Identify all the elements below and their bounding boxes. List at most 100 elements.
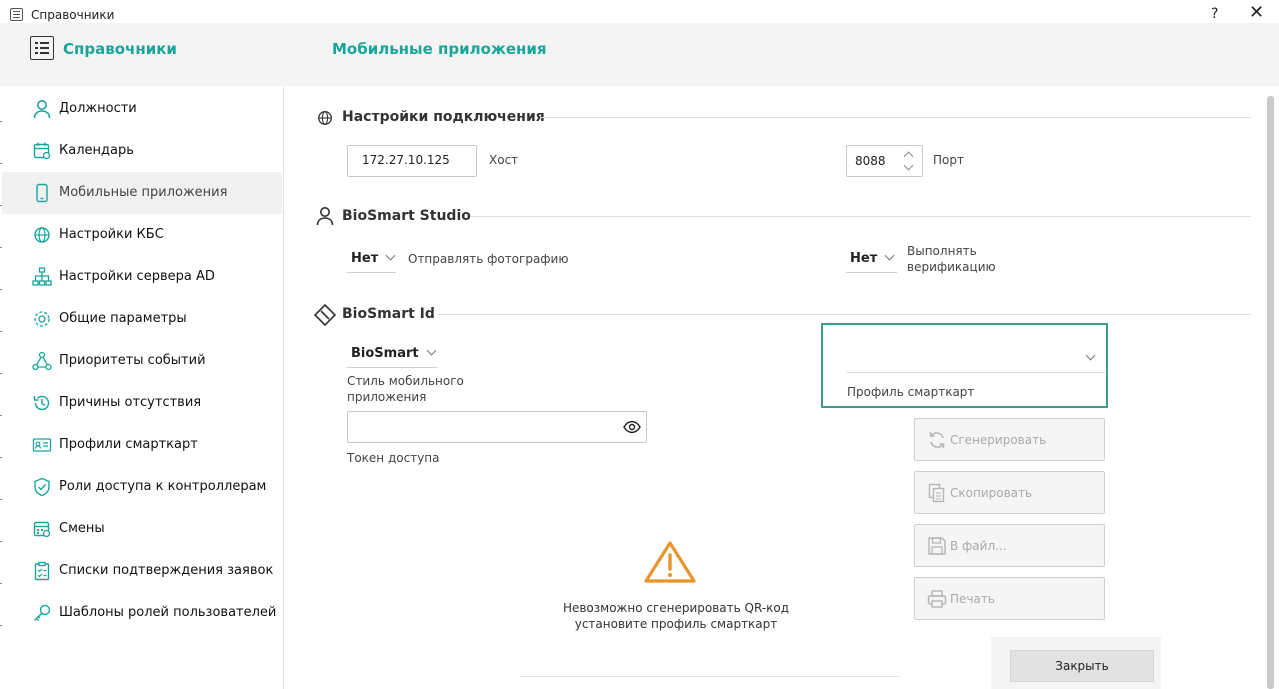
shift-calendar-icon [32,519,52,539]
send-photo-value: Нет [351,251,379,266]
qr-warning-line2: установите профиль смарткарт [574,617,778,631]
help-button[interactable]: ? [1211,6,1218,22]
floppy-disk-icon [927,536,947,556]
section-divider [470,216,1251,217]
section-title-connection: Настройки подключения [342,109,545,125]
sidebar-item-smartcard-profiles[interactable]: Профили смарткарт [2,424,282,466]
key-icon [32,603,52,623]
sidebar-item-label: Настройки сервера AD [59,269,215,284]
close-window-button[interactable]: ✕ [1249,4,1264,22]
sidebar-item-label: Настройки КБС [59,227,164,242]
globe-icon [32,225,52,245]
access-token-label: Токен доступа [347,451,440,465]
sidebar: Должности Календарь Мобильные приложения… [0,86,284,689]
user-icon [32,99,52,119]
sidebar-item-absence-reasons[interactable]: Причины отсутствия [2,382,282,424]
sidebar-item-label: Календарь [59,143,134,158]
sidebar-item-kbs-settings[interactable]: Настройки КБС [2,214,282,256]
sidebar-item-calendar[interactable]: Календарь [2,130,282,172]
section-divider [438,314,1251,315]
sidebar-item-mobile-apps[interactable]: Мобильные приложения [2,172,282,214]
save-to-file-button[interactable]: В файл... [914,524,1105,567]
section-title-studio: BioSmart Studio [342,208,471,224]
section-divider [540,117,1251,118]
dropdown-underline [847,372,1105,373]
id-card-icon [32,435,52,455]
sidebar-item-label: Списки подтверждения заявок [59,563,274,578]
sidebar-item-event-priorities[interactable]: Приоритеты событий [2,340,282,382]
refresh-icon [927,430,947,450]
save-to-file-label: В файл... [950,539,1007,553]
globe-icon [317,110,333,126]
app-style-label-line2: приложения [347,390,427,404]
verification-dropdown[interactable]: Нет [846,247,897,273]
chevron-down-icon [426,345,437,356]
sidebar-item-label: Общие параметры [59,311,187,326]
list-menu-icon[interactable] [30,36,54,60]
sidebar-item-label: Смены [59,521,105,536]
section-title-biosmart-id: BioSmart Id [342,306,435,322]
verification-value: Нет [850,251,878,266]
send-photo-label: Отправлять фотографию [408,252,569,266]
tag-icon [313,303,337,327]
port-stepper[interactable]: 8088 [846,145,923,177]
copy-label: Скопировать [950,486,1033,500]
sidebar-item-label: Шаблоны ролей пользователей [59,605,277,620]
window-title: Справочники [31,8,115,22]
app-style-label-line1: Стиль мобильного [347,374,464,388]
verification-label-line2: верификацию [907,260,996,274]
sidebar-item-positions[interactable]: Должности [2,88,282,130]
host-input[interactable]: 172.27.10.125 [347,145,477,177]
generate-label: Сгенерировать [950,433,1047,447]
printer-icon [927,589,947,609]
copy-icon [927,483,947,503]
clipboard-icon [32,561,52,581]
user-icon [315,206,335,226]
app-style-dropdown[interactable]: BioSmart [347,342,437,368]
sidebar-item-label: Роли доступа к контроллерам [59,479,267,494]
verification-label-line1: Выполнять [907,244,977,258]
gear-icon [32,309,52,329]
sidebar-item-label: Профили смарткарт [59,437,198,452]
app-style-value: BioSmart [351,346,419,361]
smartcard-profile-dropdown[interactable]: Профиль смарткарт [821,323,1108,408]
close-button[interactable]: Закрыть [1010,650,1154,682]
host-label: Хост [489,153,519,167]
qr-warning-message: Невозможно сгенерировать QR-код установи… [520,600,832,632]
hierarchy-icon [32,267,52,287]
copy-button[interactable]: Скопировать [914,471,1105,514]
sidebar-item-general-params[interactable]: Общие параметры [2,298,282,340]
sidebar-item-user-role-templates[interactable]: Шаблоны ролей пользователей [2,592,282,634]
nodes-icon [32,351,52,371]
chevron-down-icon [884,250,895,261]
page-title: Мобильные приложения [332,40,547,58]
smartcard-profile-label: Профиль смарткарт [847,385,975,399]
vertical-scrollbar[interactable] [1267,96,1274,689]
print-label: Печать [950,592,995,606]
app-title: Справочники [63,40,177,58]
header: Справочники Мобильные приложения [0,23,1279,86]
sidebar-item-label: Причины отсутствия [59,395,202,410]
port-label: Порт [933,153,964,167]
chevron-down-icon[interactable] [903,160,914,171]
print-button[interactable]: Печать [914,577,1105,620]
generate-button[interactable]: Сгенерировать [914,418,1105,461]
sidebar-item-ad-server[interactable]: Настройки сервера AD [2,256,282,298]
chevron-down-icon [1085,350,1096,361]
history-icon [32,393,52,413]
warning-icon [643,540,697,584]
divider [520,676,900,677]
sidebar-item-shifts[interactable]: Смены [2,508,282,550]
sidebar-item-approval-lists[interactable]: Списки подтверждения заявок [2,550,282,592]
eye-icon[interactable] [623,420,641,434]
access-token-input[interactable] [347,411,647,443]
port-value: 8088 [855,154,886,168]
sidebar-item-label: Должности [59,101,137,116]
chevron-down-icon [385,250,396,261]
app-icon [10,8,23,21]
shield-icon [32,477,52,497]
sidebar-item-controller-roles[interactable]: Роли доступа к контроллерам [2,466,282,508]
phone-icon [32,183,52,203]
send-photo-dropdown[interactable]: Нет [347,247,396,273]
calendar-icon [32,141,52,161]
